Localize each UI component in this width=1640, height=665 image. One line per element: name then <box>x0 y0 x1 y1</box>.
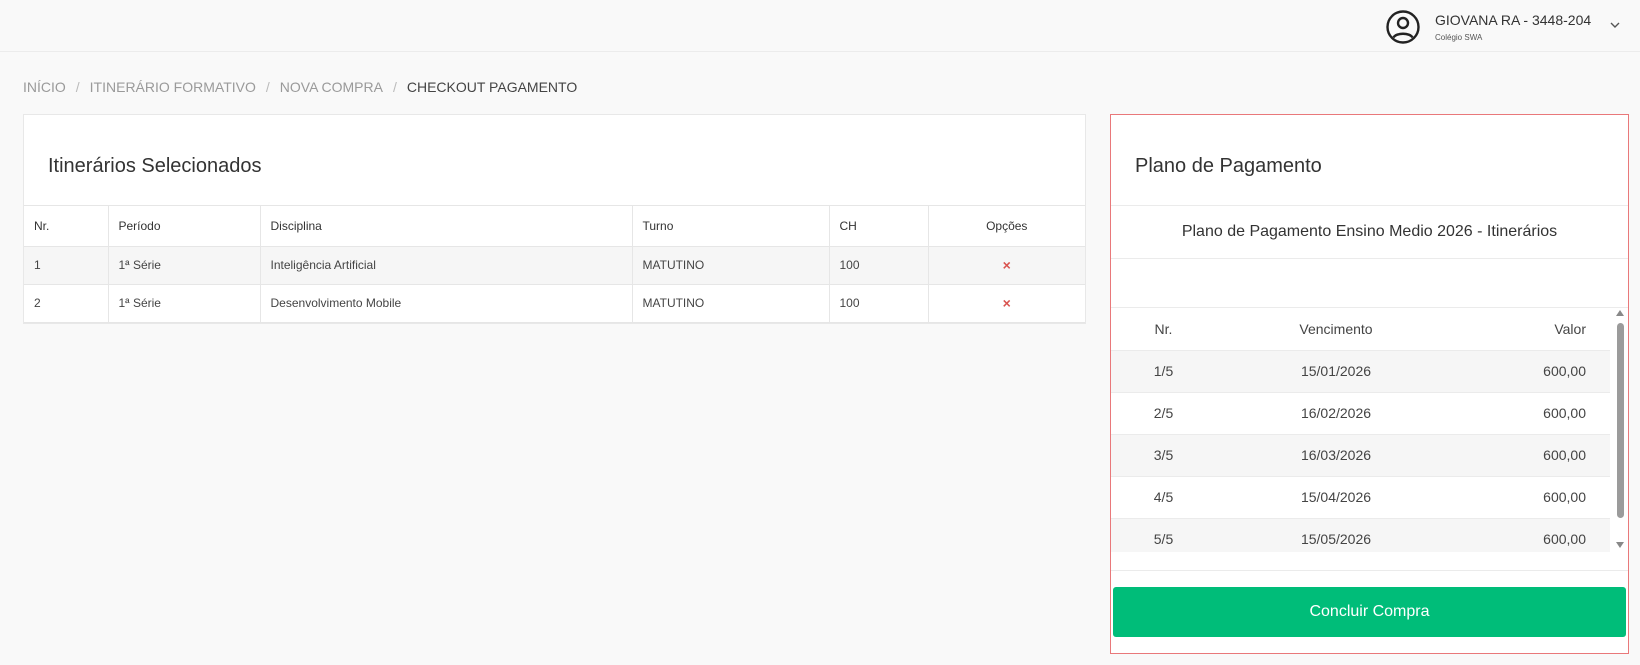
user-school: Colégio SWA <box>1435 33 1483 42</box>
column-header-nr: Nr. <box>24 206 109 247</box>
cell-turno: MATUTINO <box>632 246 830 285</box>
breadcrumb-separator: / <box>265 79 270 95</box>
payment-plan-card: Plano de Pagamento Plano de Pagamento En… <box>1110 114 1629 654</box>
remove-icon[interactable]: × <box>1003 257 1011 273</box>
column-header-disciplina: Disciplina <box>260 206 633 247</box>
cell-opcoes: × <box>928 246 1085 285</box>
cell-vencimento: 15/05/2026 <box>1216 518 1456 552</box>
chevron-down-icon[interactable] <box>1608 18 1622 32</box>
cell-valor: 600,00 <box>1456 350 1610 393</box>
plan-name: Plano de Pagamento Ensino Medio 2026 - I… <box>1181 223 1558 240</box>
cell-valor: 600,00 <box>1456 392 1610 435</box>
cell-disciplina: Inteligência Artificial <box>260 246 633 285</box>
table-row: 2/5 16/02/2026 600,00 <box>1111 392 1610 435</box>
cell-nr: 1 <box>24 246 109 285</box>
cell-vencimento: 16/02/2026 <box>1216 392 1456 435</box>
selected-itineraries-card: Itinerários Selecionados Nr. Período Dis… <box>23 114 1086 324</box>
table-row: 1 1ª Série Inteligência Artificial MATUT… <box>24 246 1085 285</box>
breadcrumb-inicio[interactable]: INÍCIO <box>23 79 66 95</box>
cell-ch: 100 <box>829 246 929 285</box>
card-title: Itinerários Selecionados <box>48 155 262 177</box>
cell-valor: 600,00 <box>1456 434 1610 477</box>
cell-nr: 1/5 <box>1111 350 1216 393</box>
scroll-up-arrow-icon[interactable] <box>1616 310 1624 316</box>
scrollbar[interactable] <box>1614 308 1626 552</box>
installments-scroll-area[interactable]: Nr. Vencimento Valor 1/5 15/01/2026 600,… <box>1111 308 1610 552</box>
divider <box>1111 258 1628 259</box>
column-header-valor: Valor <box>1456 308 1610 351</box>
table-row: 3/5 16/03/2026 600,00 <box>1111 434 1610 477</box>
breadcrumb-itinerario-formativo[interactable]: ITINERÁRIO FORMATIVO <box>90 79 256 95</box>
scroll-down-arrow-icon[interactable] <box>1616 542 1624 548</box>
cell-periodo: 1ª Série <box>108 284 261 323</box>
table-header-row: Nr. Vencimento Valor <box>1111 308 1610 351</box>
scrollbar-thumb[interactable] <box>1617 323 1624 518</box>
concluir-compra-button[interactable]: Concluir Compra <box>1113 587 1626 637</box>
cell-nr: 2 <box>24 284 109 323</box>
table-row: 5/5 15/05/2026 600,00 <box>1111 518 1610 552</box>
cell-nr: 4/5 <box>1111 476 1216 519</box>
cell-valor: 600,00 <box>1456 518 1610 552</box>
user-name: GIOVANA RA - 3448-204 <box>1435 12 1592 28</box>
table-row: 2 1ª Série Desenvolvimento Mobile MATUTI… <box>24 284 1085 323</box>
cell-valor: 600,00 <box>1456 476 1610 519</box>
user-avatar-icon <box>1386 10 1420 44</box>
column-header-vencimento: Vencimento <box>1216 308 1456 351</box>
cell-periodo: 1ª Série <box>108 246 261 285</box>
user-info: GIOVANA RA - 3448-204 Colégio SWA <box>1435 11 1591 43</box>
column-header-nr: Nr. <box>1111 308 1216 351</box>
cell-nr: 2/5 <box>1111 392 1216 435</box>
card-title: Plano de Pagamento <box>1135 155 1322 177</box>
cell-vencimento: 15/04/2026 <box>1216 476 1456 519</box>
user-menu[interactable]: GIOVANA RA - 3448-204 Colégio SWA <box>1385 7 1591 47</box>
column-header-opcoes: Opções <box>928 206 1085 247</box>
cell-turno: MATUTINO <box>632 284 830 323</box>
breadcrumb: INÍCIO / ITINERÁRIO FORMATIVO / NOVA COM… <box>23 79 577 95</box>
column-header-ch: CH <box>829 206 929 247</box>
breadcrumb-separator: / <box>392 79 397 95</box>
breadcrumb-nova-compra[interactable]: NOVA COMPRA <box>280 79 383 95</box>
column-header-periodo: Período <box>108 206 261 247</box>
top-header: GIOVANA RA - 3448-204 Colégio SWA <box>0 0 1640 52</box>
itineraries-table: Nr. Período Disciplina Turno CH Opções 1… <box>24 206 1085 323</box>
breadcrumb-current: CHECKOUT PAGAMENTO <box>406 79 578 95</box>
table-row: 1/5 15/01/2026 600,00 <box>1111 350 1610 393</box>
divider <box>1111 205 1628 206</box>
cell-disciplina: Desenvolvimento Mobile <box>260 284 633 323</box>
breadcrumb-separator: / <box>75 79 80 95</box>
cell-opcoes: × <box>928 284 1085 323</box>
remove-icon[interactable]: × <box>1003 295 1011 311</box>
installments-table: Nr. Vencimento Valor 1/5 15/01/2026 600,… <box>1111 308 1610 552</box>
cell-vencimento: 15/01/2026 <box>1216 350 1456 393</box>
cell-ch: 100 <box>829 284 929 323</box>
cell-vencimento: 16/03/2026 <box>1216 434 1456 477</box>
column-header-turno: Turno <box>632 206 830 247</box>
cell-nr: 3/5 <box>1111 434 1216 477</box>
table-header-row: Nr. Período Disciplina Turno CH Opções <box>24 206 1085 247</box>
cell-nr: 5/5 <box>1111 518 1216 552</box>
divider <box>1111 570 1628 571</box>
table-row: 4/5 15/04/2026 600,00 <box>1111 476 1610 519</box>
